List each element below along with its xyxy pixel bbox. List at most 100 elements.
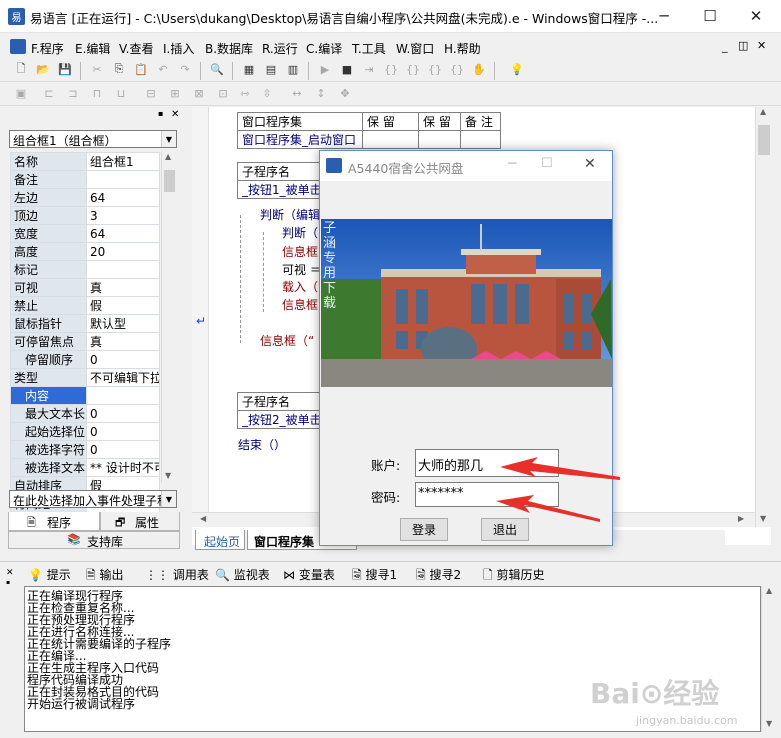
- property-row[interactable]: 可停留焦点真: [10, 332, 160, 351]
- menu-view[interactable]: V.查看: [119, 40, 153, 57]
- mdi-restore-icon[interactable]: ◫: [738, 39, 748, 52]
- panel-close-icon[interactable]: ✕: [6, 568, 14, 578]
- paste-icon[interactable]: 📋: [132, 60, 150, 78]
- tab-output[interactable]: 🗎 输出: [86, 566, 124, 587]
- property-row[interactable]: 被选择字符 0: [10, 440, 160, 459]
- minimize-button[interactable]: ─: [641, 4, 687, 28]
- dialog-minimize-icon[interactable]: ─: [508, 156, 516, 172]
- center-v-icon[interactable]: ⊞: [166, 84, 184, 102]
- tab-support-lib[interactable]: 📚 支持库: [8, 531, 180, 549]
- find-icon[interactable]: 🔍: [208, 60, 226, 78]
- property-value[interactable]: 不可编辑下拉: [86, 368, 160, 387]
- layout3-icon[interactable]: ▥: [284, 60, 302, 78]
- property-value[interactable]: 组合框1: [86, 152, 160, 171]
- property-row[interactable]: 标记: [10, 260, 160, 279]
- property-row[interactable]: 高度 20: [10, 242, 160, 261]
- tab-call-table[interactable]: ⋮⋮ 调用表: [145, 566, 209, 583]
- property-value[interactable]: 真: [86, 332, 160, 351]
- same-size-icon[interactable]: ✥: [336, 84, 354, 102]
- property-row[interactable]: 类型 不可编辑下拉: [10, 368, 160, 387]
- menu-tools[interactable]: T.工具: [352, 40, 386, 57]
- property-row[interactable]: 停留顺序 0: [10, 350, 160, 369]
- editor-vscroll[interactable]: ▲ ▼: [755, 107, 771, 527]
- code-line[interactable]: 信息框（“: [260, 332, 314, 349]
- layout1-icon[interactable]: ▦: [240, 60, 258, 78]
- menu-help[interactable]: H.帮助: [444, 40, 481, 57]
- property-row[interactable]: 可视真: [10, 278, 160, 297]
- property-row[interactable]: 顶边 3: [10, 206, 160, 225]
- tab-watch-table[interactable]: 🔍 监视表: [215, 566, 270, 583]
- stop-icon[interactable]: ■: [338, 60, 356, 78]
- tab-var-table[interactable]: ⋈ 变量表: [283, 566, 335, 583]
- undo-icon[interactable]: ↶: [154, 60, 172, 78]
- property-value[interactable]: [86, 386, 160, 405]
- panel-close-icon[interactable]: ✕: [171, 109, 179, 120]
- code-line[interactable]: 载入（: [282, 278, 318, 295]
- code-line[interactable]: 信息框: [282, 296, 318, 313]
- output-scrollbar[interactable]: ▲ ▼: [761, 586, 777, 732]
- maximize-button[interactable]: ☐: [687, 4, 733, 28]
- tab-program[interactable]: 🗎 程序: [8, 512, 100, 531]
- layout2-icon[interactable]: ▤: [262, 60, 280, 78]
- panel-pin-icon[interactable]: ▪: [158, 109, 163, 118]
- set-name-cell[interactable]: 窗口程序集_启动窗口: [237, 130, 363, 149]
- menu-run[interactable]: R.运行: [262, 40, 298, 57]
- menu-insert[interactable]: I.插入: [163, 40, 194, 57]
- run-icon[interactable]: ▶: [316, 60, 334, 78]
- dialog-maximize-icon[interactable]: ☐: [541, 156, 553, 171]
- copy-icon[interactable]: ⎘: [110, 60, 128, 78]
- code-line[interactable]: 结束（）: [238, 436, 286, 453]
- dist-h-icon[interactable]: ⇿: [236, 84, 254, 102]
- mdi-close-icon[interactable]: ✕: [757, 39, 766, 52]
- cut-icon[interactable]: ✂: [88, 60, 106, 78]
- property-row[interactable]: 宽度 64: [10, 224, 160, 243]
- property-value[interactable]: 64: [86, 188, 160, 207]
- redo-icon[interactable]: ↷: [176, 60, 194, 78]
- property-row[interactable]: 被选择文本 ** 设计时不可: [10, 458, 160, 477]
- property-value[interactable]: 64: [86, 224, 160, 243]
- code-line[interactable]: 可视 ＝: [282, 261, 322, 278]
- property-row[interactable]: 鼠标指针 默认型: [10, 314, 160, 333]
- tab-hint[interactable]: 💡 提示: [28, 566, 71, 583]
- panel-pin-icon[interactable]: ▪: [6, 579, 10, 586]
- sub2-name-cell[interactable]: _按钮2_被单击: [237, 410, 328, 429]
- step4-icon[interactable]: {}: [426, 60, 444, 78]
- align-bottom-icon[interactable]: ⊔: [112, 84, 130, 102]
- tab-search2[interactable]: 🗟 搜寻2: [416, 566, 461, 587]
- close-button[interactable]: ✕: [733, 4, 779, 28]
- menu-window[interactable]: W.窗口: [396, 40, 434, 57]
- property-scrollbar[interactable]: ▲ ▼: [161, 152, 176, 483]
- step3-icon[interactable]: {}: [404, 60, 422, 78]
- new-file-icon[interactable]: 🗋: [12, 60, 30, 78]
- property-value[interactable]: 20: [86, 242, 160, 261]
- code-line[interactable]: 信息框: [282, 243, 318, 260]
- property-row[interactable]: 内容: [10, 386, 160, 405]
- step1-icon[interactable]: ⇥: [360, 60, 378, 78]
- align-left-icon[interactable]: ⊏: [40, 84, 58, 102]
- property-row[interactable]: 禁止假: [10, 296, 160, 315]
- center-h-icon[interactable]: ⊟: [142, 84, 160, 102]
- event-select[interactable]: 在此处选择加入事件处理子程序 ▼: [9, 490, 177, 508]
- sub1-name-cell[interactable]: _按钮1_被单击: [237, 180, 328, 199]
- tab-clip-history[interactable]: 🗋 剪辑历史: [483, 566, 545, 587]
- property-row[interactable]: 名称 组合框1: [10, 152, 160, 171]
- property-row[interactable]: 最大文本长 0: [10, 404, 160, 423]
- component-select[interactable]: 组合框1（组合框） ▼: [9, 130, 177, 148]
- property-row[interactable]: 备注: [10, 170, 160, 189]
- align-grid-icon[interactable]: ▣: [12, 84, 30, 102]
- same-height-icon[interactable]: ↕: [312, 84, 330, 102]
- property-value[interactable]: 0: [86, 350, 160, 369]
- code-line[interactable]: 判断（: [282, 224, 318, 241]
- step2-icon[interactable]: {}: [382, 60, 400, 78]
- dist-v-icon[interactable]: ⇳: [258, 84, 276, 102]
- space-h-icon[interactable]: ⊠: [190, 84, 208, 102]
- menu-database[interactable]: B.数据库: [205, 40, 253, 57]
- property-value[interactable]: 0: [86, 422, 160, 441]
- dialog-close-icon[interactable]: ✕: [584, 156, 596, 172]
- tab-property[interactable]: 🗗 属性: [100, 512, 180, 531]
- property-value[interactable]: 默认型: [86, 314, 160, 333]
- property-value[interactable]: [86, 170, 160, 189]
- menu-program[interactable]: F.程序: [31, 40, 64, 57]
- open-folder-icon[interactable]: 📂: [34, 60, 52, 78]
- property-value[interactable]: 假: [86, 296, 160, 315]
